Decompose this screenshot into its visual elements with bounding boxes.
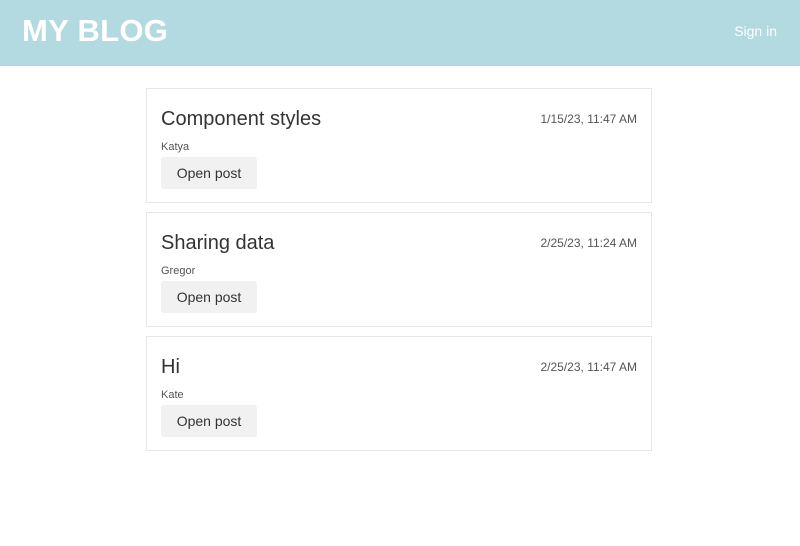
- post-date: 2/25/23, 11:24 AM: [540, 236, 637, 250]
- app-header: MY BLOG Sign in: [0, 0, 800, 66]
- open-post-button[interactable]: Open post: [161, 405, 257, 437]
- post-card: Component styles 1/15/23, 11:47 AM Katya…: [146, 88, 652, 203]
- post-card: Sharing data 2/25/23, 11:24 AM Gregor Op…: [146, 212, 652, 327]
- post-title: Component styles: [161, 108, 322, 130]
- post-date: 1/15/23, 11:47 AM: [540, 112, 637, 126]
- post-card: Hi 2/25/23, 11:47 AM Kate Open post: [146, 336, 652, 451]
- open-post-button[interactable]: Open post: [161, 281, 257, 313]
- post-title: Hi: [161, 356, 180, 378]
- open-post-button[interactable]: Open post: [161, 157, 257, 189]
- post-title: Sharing data: [161, 232, 275, 254]
- post-date: 2/25/23, 11:47 AM: [540, 360, 637, 374]
- post-author: Kate: [161, 389, 184, 401]
- site-title[interactable]: MY BLOG: [22, 11, 168, 51]
- sign-in-link[interactable]: Sign in: [734, 22, 777, 40]
- post-author: Katya: [161, 141, 190, 153]
- post-author: Gregor: [161, 265, 196, 277]
- post-list: Component styles 1/15/23, 11:47 AM Katya…: [146, 88, 652, 460]
